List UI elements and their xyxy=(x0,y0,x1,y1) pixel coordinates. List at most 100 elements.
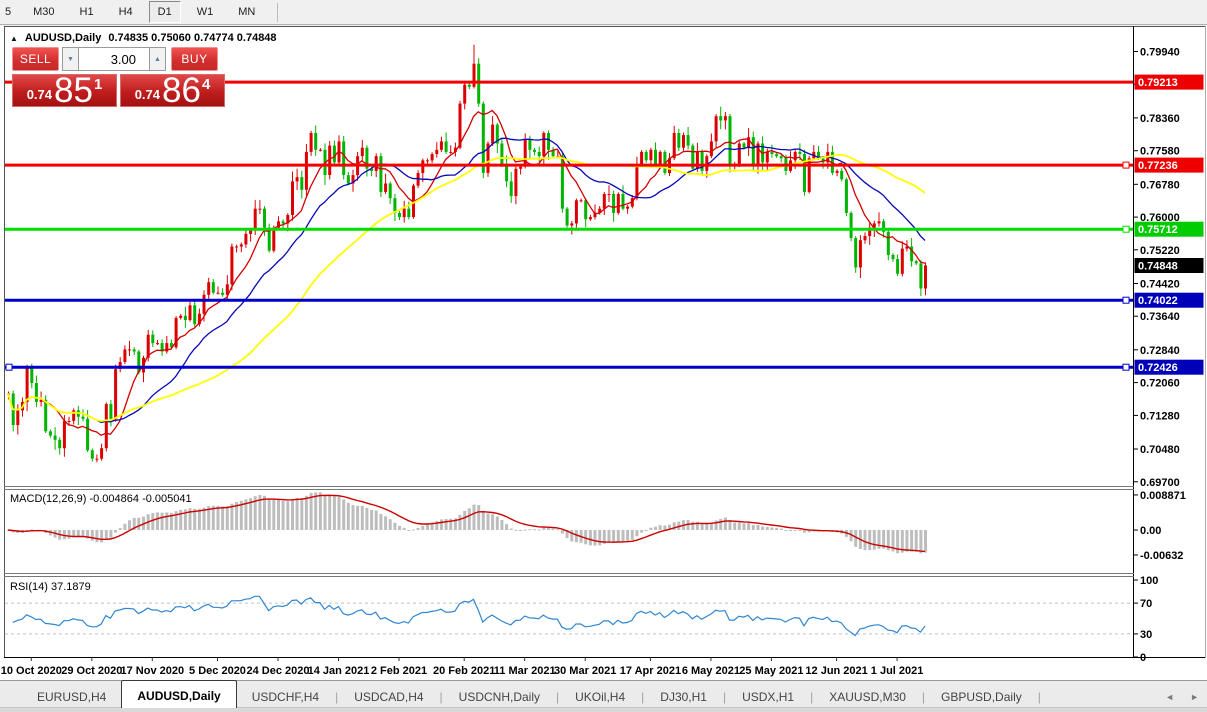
candle-body xyxy=(719,116,722,120)
candle-body xyxy=(333,146,336,163)
sell-price-pip: 1 xyxy=(94,76,102,93)
candle-body xyxy=(398,213,401,217)
candle-wick xyxy=(83,409,84,421)
macd-bar xyxy=(463,511,466,530)
volume-decrease-button[interactable]: ▼ xyxy=(62,47,79,71)
hline-handle[interactable] xyxy=(1123,162,1129,168)
timeframe-button-w1[interactable]: W1 xyxy=(188,1,223,23)
tab-gbpusd-daily[interactable]: GBPUSD,Daily xyxy=(926,684,1037,707)
macd-bar xyxy=(570,530,573,542)
candle-body xyxy=(114,369,117,419)
macd-bar xyxy=(915,530,918,552)
macd-bar xyxy=(663,526,666,531)
candle-body xyxy=(649,150,652,161)
candle-body xyxy=(533,150,536,152)
macd-bar xyxy=(440,519,443,530)
candle-body xyxy=(258,209,261,210)
candle-body xyxy=(724,116,727,120)
tab-scroll-left-icon[interactable]: ◄ xyxy=(1165,692,1174,702)
macd-bar xyxy=(198,509,201,530)
candle-body xyxy=(440,141,443,149)
candle-body xyxy=(775,154,778,156)
hline-handle[interactable] xyxy=(1123,364,1129,370)
volume-input[interactable]: 3.00 xyxy=(79,47,149,71)
tab-ukoil-h4[interactable]: UKOil,H4 xyxy=(560,684,640,707)
candle-body xyxy=(91,450,94,458)
tab-scroll-right-icon[interactable]: ► xyxy=(1190,692,1199,702)
sell-button[interactable]: SELL xyxy=(12,47,59,71)
timeframe-button-h1[interactable]: H1 xyxy=(71,1,103,23)
collapse-panel-icon[interactable]: ▲ xyxy=(10,34,18,43)
candle-body xyxy=(766,152,769,163)
candle-body xyxy=(566,209,569,226)
macd-bar xyxy=(379,514,382,530)
candle-body xyxy=(859,240,862,267)
tab-usdchf-h4[interactable]: USDCHF,H4 xyxy=(237,684,334,707)
timeframe-button-d1[interactable]: D1 xyxy=(149,1,181,23)
volume-increase-button[interactable]: ▲ xyxy=(149,47,166,71)
tab-usdcad-h4[interactable]: USDCAD,H4 xyxy=(339,684,438,707)
macd-bar xyxy=(412,529,415,530)
macd-bar xyxy=(631,530,634,540)
macd-bar xyxy=(505,524,508,530)
buy-price-display[interactable]: 0.74 86 4 xyxy=(120,74,225,107)
macd-bar xyxy=(123,524,126,530)
candle-body xyxy=(468,85,471,87)
candle-wick xyxy=(595,205,596,220)
macd-bar xyxy=(496,517,499,531)
tab-usdx-h1[interactable]: USDX,H1 xyxy=(727,684,809,707)
tab-xauusd-m30[interactable]: XAUUSD,M30 xyxy=(814,684,921,707)
candle-body xyxy=(589,217,592,219)
candle-body xyxy=(770,152,773,154)
macd-bar xyxy=(784,530,787,531)
hline-handle[interactable] xyxy=(1123,297,1129,303)
macd-bar xyxy=(598,530,601,545)
tab-divider: | xyxy=(641,690,644,704)
sell-price-display[interactable]: 0.74 85 1 xyxy=(12,74,117,107)
macd-axis-label: 0.008871 xyxy=(1140,490,1186,502)
candle-body xyxy=(95,459,98,460)
macd-bar xyxy=(217,506,220,530)
candle-body xyxy=(128,349,131,350)
candle-wick xyxy=(725,112,726,130)
tab-eurusd-h4[interactable]: EURUSD,H4 xyxy=(22,684,121,707)
tab-dj30-h1[interactable]: DJ30,H1 xyxy=(645,684,722,707)
candle-body xyxy=(617,194,620,213)
macd-bar xyxy=(622,530,625,541)
macd-bar xyxy=(608,530,611,542)
candle-body xyxy=(310,133,313,152)
timeframe-button-mn[interactable]: MN xyxy=(229,1,264,23)
candle-body xyxy=(798,152,801,154)
timeframe-button-m30[interactable]: M30 xyxy=(24,1,63,23)
price-axis-label: 0.77580 xyxy=(1140,146,1180,158)
candle-body xyxy=(230,247,233,285)
timeframe-button-5[interactable]: 5 xyxy=(1,1,15,23)
macd-bar xyxy=(542,528,545,530)
candle-body xyxy=(244,234,247,245)
buy-button[interactable]: BUY xyxy=(171,47,218,71)
tab-usdcnh-daily[interactable]: USDCNH,Daily xyxy=(444,684,555,707)
candle-wick xyxy=(222,288,223,297)
quote-ohlc: 0.74835 0.75060 0.74774 0.74848 xyxy=(108,32,276,44)
macd-bar xyxy=(770,527,773,530)
candle-body xyxy=(16,410,19,425)
hline-handle[interactable] xyxy=(6,364,12,370)
macd-bar xyxy=(761,527,764,531)
hline-handle[interactable] xyxy=(1123,226,1129,232)
arrow-up-icon: ▲ xyxy=(154,56,161,63)
date-label: 2 Feb 2021 xyxy=(371,665,427,677)
timeframe-button-h4[interactable]: H4 xyxy=(110,1,142,23)
macd-bar xyxy=(338,497,341,531)
candle-body xyxy=(864,236,867,240)
candle-body xyxy=(156,343,159,344)
candle-body xyxy=(794,152,797,160)
macd-bar xyxy=(705,524,708,530)
macd-bar xyxy=(277,500,280,530)
macd-bar xyxy=(300,498,303,530)
candle-body xyxy=(924,265,927,288)
tab-audusd-daily[interactable]: AUDUSD,Daily xyxy=(121,680,236,708)
candle-body xyxy=(54,436,57,440)
candle-body xyxy=(58,440,61,448)
candle-body xyxy=(100,448,103,459)
candle-body xyxy=(687,135,690,146)
